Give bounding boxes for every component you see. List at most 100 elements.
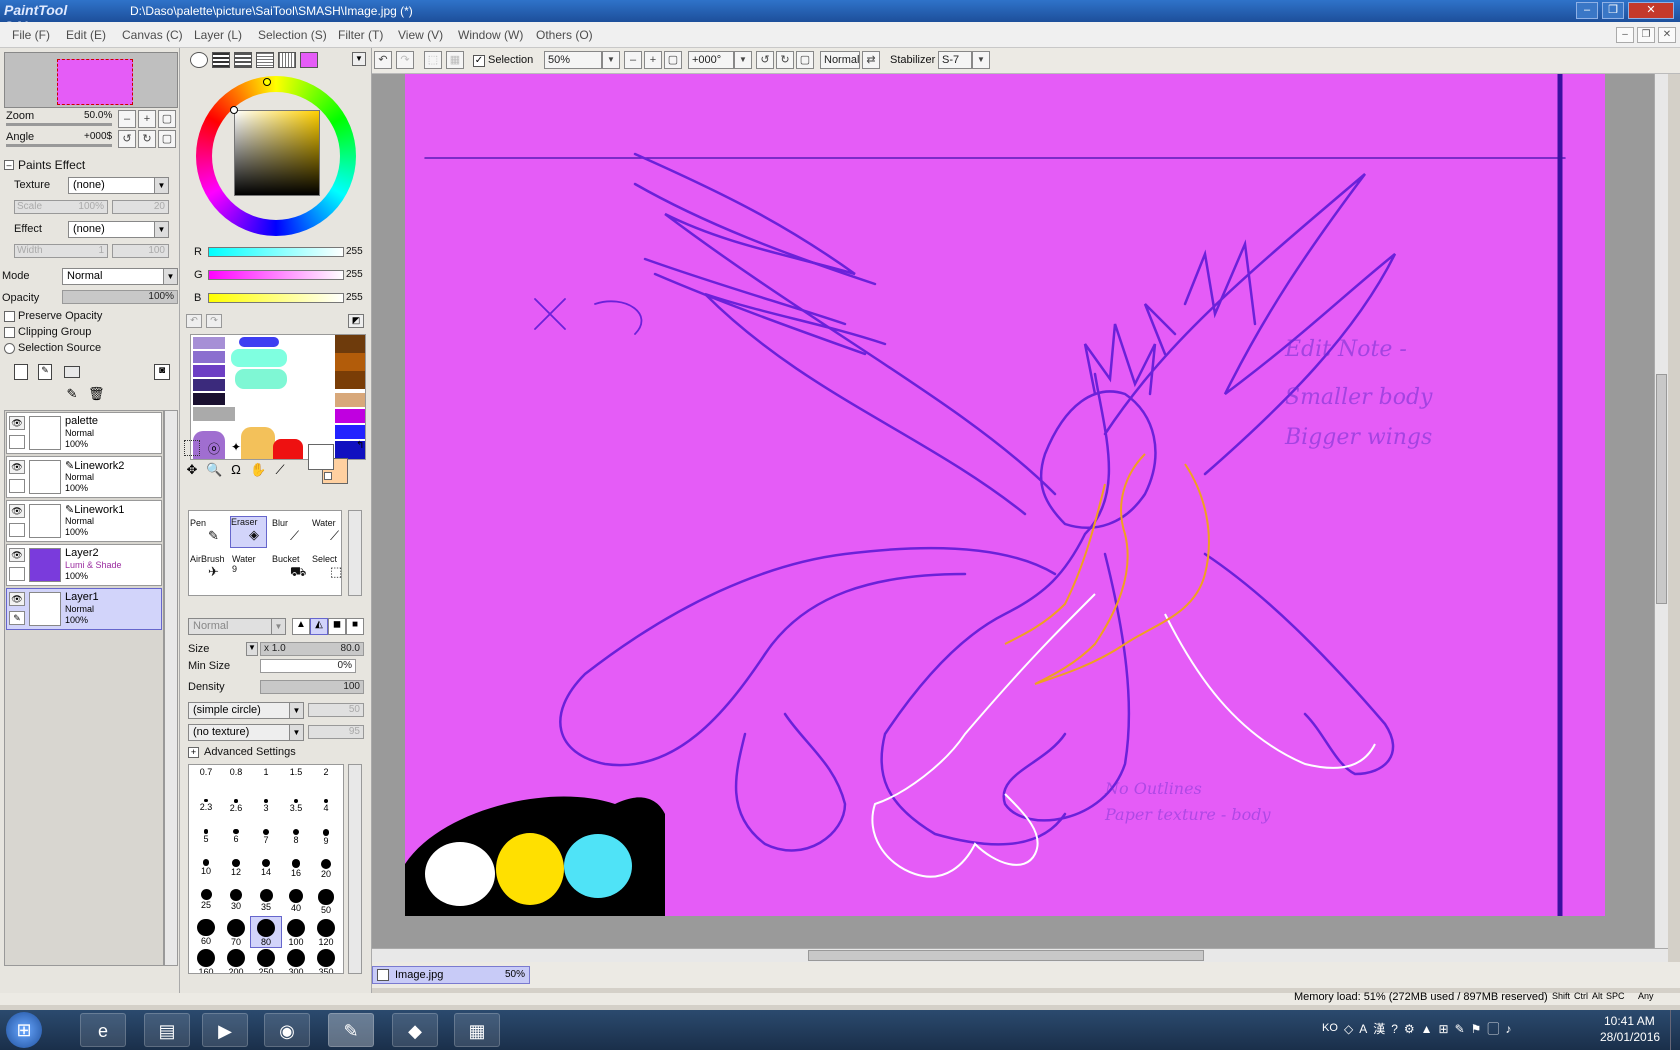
new-layer-icon[interactable] — [14, 364, 28, 380]
close-button[interactable]: ✕ — [1628, 2, 1674, 19]
brush-size-250[interactable]: 250 — [251, 947, 281, 973]
invert-selection-icon[interactable]: ▦ — [446, 51, 464, 69]
scale-strength[interactable]: 20 — [112, 200, 169, 214]
layer-row-palette[interactable]: 👁 palette Normal 100% — [6, 412, 162, 454]
toolbar-zoom-in-icon[interactable]: + — [644, 51, 662, 69]
brush-shape-strength[interactable]: 50 — [308, 703, 364, 717]
brush-size-4[interactable]: 4 — [311, 797, 341, 827]
menu-file[interactable]: File (F) — [12, 28, 50, 42]
brush-texture-select[interactable]: (no texture) ▼ — [188, 724, 304, 741]
menu-layer[interactable]: Layer (L) — [194, 28, 242, 42]
eyedropper-tool-icon[interactable]: ⟋ — [272, 462, 288, 478]
view-mode-select[interactable]: Normal — [820, 51, 860, 69]
visibility-eye-icon[interactable]: 👁 — [9, 548, 25, 562]
brush-edge-medium-icon[interactable]: ◭ — [310, 618, 328, 635]
tool-select[interactable]: Select ⬚ — [312, 554, 349, 586]
drawing-canvas[interactable]: Edit Note - Smaller body Bigger wings No… — [405, 74, 1605, 916]
layer-lock-checkbox[interactable] — [9, 523, 25, 537]
advanced-settings-expand-icon[interactable]: + — [188, 747, 199, 758]
brush-size-200[interactable]: 200 — [221, 947, 251, 973]
brush-size-12[interactable]: 12 — [221, 857, 251, 887]
rotate-right-button[interactable]: ↻ — [138, 130, 156, 148]
selection-checkbox[interactable]: ✓ — [473, 55, 485, 67]
layer-mode-select[interactable]: Normal ▼ — [62, 268, 178, 285]
zoom-select[interactable]: 50% — [544, 51, 602, 69]
toolbar-zoom-reset-icon[interactable]: ▢ — [664, 51, 682, 69]
stabilizer-select[interactable]: S-7 — [938, 51, 972, 69]
layer-row-layer2[interactable]: 👁 Layer2 Lumi & Shade 100% — [6, 544, 162, 586]
brush-size-60[interactable]: 60 — [191, 917, 221, 947]
layer-lock-checkbox[interactable] — [9, 479, 25, 493]
move-tool-icon[interactable]: ✥ — [184, 462, 200, 478]
brush-size-3[interactable]: 3 — [251, 797, 281, 827]
layer-lock-checkbox[interactable] — [9, 435, 25, 449]
canvas-vertical-scrollbar[interactable] — [1654, 74, 1668, 948]
brush-size-70[interactable]: 70 — [221, 917, 251, 947]
chrome-icon[interactable]: ◉ — [264, 1013, 310, 1047]
opacity-slider[interactable]: 100% — [62, 290, 178, 304]
mdi-minimize-button[interactable]: – — [1616, 27, 1634, 43]
brush-size-160[interactable]: 160 — [191, 947, 221, 973]
angle-select[interactable]: +000° — [688, 51, 734, 69]
scratchpad-undo-icon[interactable]: ↶ — [186, 314, 202, 328]
brush-size-350[interactable]: 350 — [311, 947, 341, 973]
layer-mask-icon[interactable]: ◙ — [154, 364, 170, 380]
brush-size-300[interactable]: 300 — [281, 947, 311, 973]
brush-size-80[interactable]: 80 — [250, 916, 282, 948]
brush-size-scrollbar[interactable] — [348, 764, 362, 974]
menu-selection[interactable]: Selection (S) — [258, 28, 327, 42]
zoom-in-button[interactable]: + — [138, 110, 156, 128]
brush-size-120[interactable]: 120 — [311, 917, 341, 947]
swap-colors-icon[interactable]: ↰ — [356, 440, 368, 452]
brush-size-16[interactable]: 16 — [281, 857, 311, 887]
brush-size-0.7[interactable]: 0.7 — [191, 767, 221, 797]
zoom-out-button[interactable]: – — [118, 110, 136, 128]
brush-size-40[interactable]: 40 — [281, 887, 311, 917]
clock-date[interactable]: 28/01/2016 — [1600, 1030, 1660, 1044]
scale-slider[interactable]: Scale 100% — [14, 200, 108, 214]
brush-size-25[interactable]: 25 — [191, 887, 221, 917]
tool-airbrush[interactable]: AirBrush ✈ — [190, 554, 227, 586]
layer-row-linework2[interactable]: 👁 ✎Linework2 Normal 100% — [6, 456, 162, 498]
layer-lock-checkbox[interactable] — [9, 567, 25, 581]
toolbar-rotate-left-icon[interactable]: ↺ — [756, 51, 774, 69]
density-slider[interactable]: 100 — [260, 680, 364, 694]
new-folder-icon[interactable] — [64, 366, 80, 378]
redo-icon[interactable]: ↷ — [396, 51, 414, 69]
visibility-eye-icon[interactable]: 👁 — [9, 416, 25, 430]
brush-edge-flat-icon[interactable]: ■ — [346, 618, 364, 635]
angle-select-dropdown-icon[interactable]: ▼ — [734, 51, 752, 69]
new-linework-layer-icon[interactable]: ✎ — [38, 364, 52, 380]
toolbar-rotate-reset-icon[interactable]: ▢ — [796, 51, 814, 69]
flip-horizontal-icon[interactable]: ⇄ — [862, 51, 880, 69]
menu-others[interactable]: Others (O) — [536, 28, 593, 42]
clipping-group-checkbox[interactable] — [4, 327, 15, 338]
angle-slider[interactable] — [6, 144, 112, 147]
brush-size-10[interactable]: 10 — [191, 857, 221, 887]
stabilizer-dropdown-icon[interactable]: ▼ — [972, 51, 990, 69]
tool-water[interactable]: Water ⟋ — [312, 518, 349, 550]
gradient-slider-tab-icon[interactable] — [256, 52, 274, 68]
layer-row-linework1[interactable]: 👁 ✎Linework1 Normal 100% — [6, 500, 162, 542]
toolbar-rotate-right-icon[interactable]: ↻ — [776, 51, 794, 69]
size-slider[interactable]: x 1.0 80.0 — [260, 642, 364, 656]
brush-size-5[interactable]: 5 — [191, 827, 221, 857]
deselect-icon[interactable]: ⬚ — [424, 51, 442, 69]
width-strength[interactable]: 100 — [112, 244, 169, 258]
tool-grid-scrollbar[interactable] — [348, 510, 362, 596]
selection-source-radio[interactable] — [4, 343, 15, 354]
document-tab[interactable]: Image.jpg 50% — [372, 966, 530, 984]
horizontal-scroll-thumb[interactable] — [808, 950, 1204, 961]
toolbar-zoom-out-icon[interactable]: – — [624, 51, 642, 69]
brush-shape-select[interactable]: (simple circle) ▼ — [188, 702, 304, 719]
preserve-opacity-checkbox[interactable] — [4, 311, 15, 322]
brush-size-1[interactable]: 1 — [251, 767, 281, 797]
bluestacks-icon[interactable]: ◆ — [392, 1013, 438, 1047]
internet-explorer-icon[interactable]: e — [80, 1013, 126, 1047]
media-player-icon[interactable]: ▶ — [202, 1013, 248, 1047]
menu-edit[interactable]: Edit (E) — [66, 28, 106, 42]
b-slider[interactable] — [208, 293, 344, 303]
brush-size-50[interactable]: 50 — [311, 887, 341, 917]
rgb-slider-tab-icon[interactable] — [212, 52, 230, 68]
brush-edge-hard-icon[interactable]: ▲ — [292, 618, 310, 635]
